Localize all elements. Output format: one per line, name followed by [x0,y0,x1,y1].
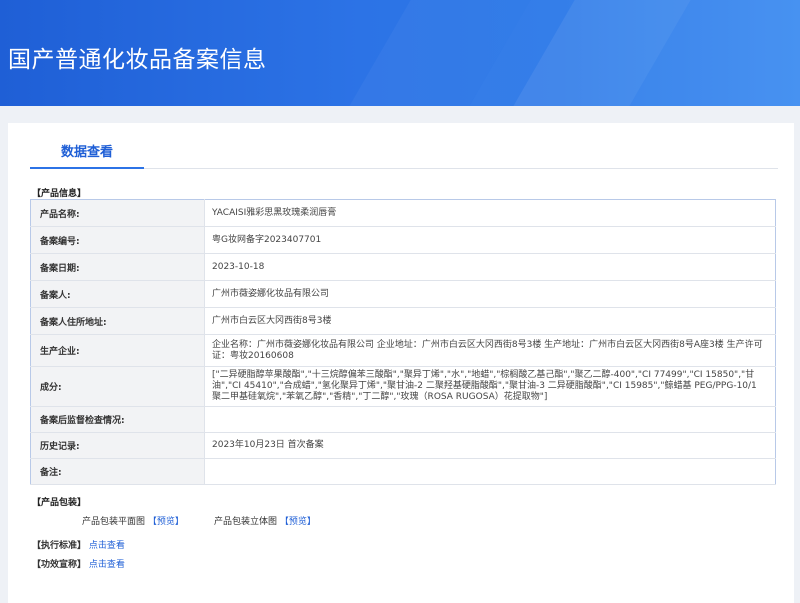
row-key: 产品名称: [30,199,205,227]
row-value: ["二异硬脂醇苹果酸酯","十三烷醇偏苯三酸酯","聚异丁烯","水","地蜡"… [204,366,776,407]
table-row: 备注: [30,458,776,485]
efficacy-line: 【功效宣称】 点击查看 [32,557,125,570]
product-info-table: 产品名称: YACAISI雅彩思黑玫瑰柔润唇膏 备案编号: 粤G妆网备字2023… [30,199,776,485]
table-row: 成分: ["二异硬脂醇苹果酸酯","十三烷醇偏苯三酸酯","聚异丁烯","水",… [30,366,776,407]
row-value: YACAISI雅彩思黑玫瑰柔润唇膏 [204,199,776,227]
row-key: 生产企业: [30,334,205,367]
page-title: 国产普通化妆品备案信息 [8,47,267,73]
content-card: 数据查看 【产品信息】 产品名称: YACAISI雅彩思黑玫瑰柔润唇膏 备案编号… [8,123,794,603]
efficacy-view-link[interactable]: 点击查看 [89,560,125,570]
row-key: 备案人住所地址: [30,307,205,335]
packaging-flat: 产品包装平面图 【预览】 [82,514,184,527]
row-key: 备案编号: [30,226,205,254]
table-row: 产品名称: YACAISI雅彩思黑玫瑰柔润唇膏 [30,199,776,227]
section-title-efficacy: 【功效宣称】 [32,560,87,570]
table-row: 历史记录: 2023年10月23日 首次备案 [30,432,776,459]
standard-line: 【执行标准】 点击查看 [32,538,125,551]
row-key: 备案人: [30,280,205,308]
packaging-solid-preview-link[interactable]: 【预览】 [280,517,316,527]
section-title-standard: 【执行标准】 [32,541,87,551]
section-title-packaging: 【产品包装】 [32,498,87,508]
row-value [204,458,776,485]
packaging-flat-preview-link[interactable]: 【预览】 [148,517,184,527]
packaging-solid: 产品包装立体图 【预览】 [214,514,316,527]
table-row: 备案人住所地址: 广州市白云区大冈西街8号3楼 [30,307,776,335]
tab-active-indicator [30,167,144,169]
row-key: 成分: [30,366,205,407]
row-key: 历史记录: [30,432,205,459]
row-value [204,406,776,433]
table-row: 备案日期: 2023-10-18 [30,253,776,281]
row-key: 备案日期: [30,253,205,281]
table-row: 备案后监督检查情况: [30,406,776,433]
table-row: 生产企业: 企业名称：广州市薇姿娜化妆品有限公司 企业地址：广州市白云区大冈西街… [30,334,776,367]
row-value: 2023-10-18 [204,253,776,281]
section-title-product-info: 【产品信息】 [32,189,87,199]
standard-view-link[interactable]: 点击查看 [89,541,125,551]
row-value: 2023年10月23日 首次备案 [204,432,776,459]
tab-data-view[interactable]: 数据查看 [30,141,144,169]
packaging-solid-label: 产品包装立体图 [214,517,278,527]
table-row: 备案人: 广州市薇姿娜化妆品有限公司 [30,280,776,308]
row-key: 备案后监督检查情况: [30,406,205,433]
table-row: 备案编号: 粤G妆网备字2023407701 [30,226,776,254]
packaging-flat-label: 产品包装平面图 [82,517,146,527]
row-value: 企业名称：广州市薇姿娜化妆品有限公司 企业地址：广州市白云区大冈西街8号3楼 生… [204,334,776,367]
header-banner: 国产普通化妆品备案信息 [0,0,800,106]
row-value: 广州市薇姿娜化妆品有限公司 [204,280,776,308]
row-value: 广州市白云区大冈西街8号3楼 [204,307,776,335]
row-value: 粤G妆网备字2023407701 [204,226,776,254]
row-key: 备注: [30,458,205,485]
